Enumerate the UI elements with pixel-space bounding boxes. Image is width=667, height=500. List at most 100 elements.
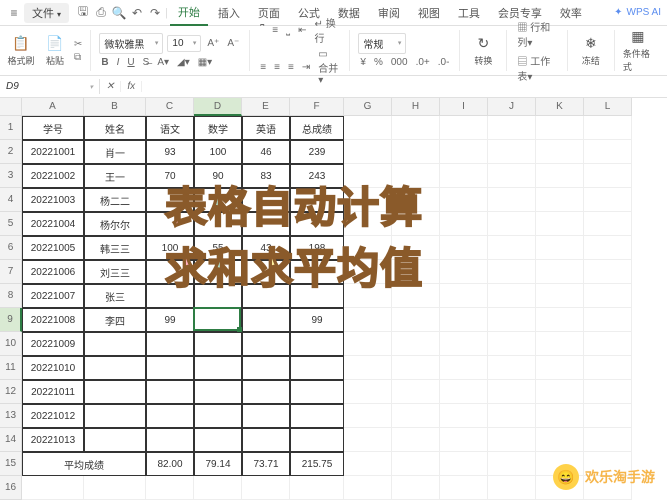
cell[interactable] [290,284,344,308]
cell[interactable]: 李四 [84,308,146,332]
cell[interactable]: 平均成绩 [22,452,146,476]
dec-inc-icon[interactable]: .0+ [414,56,432,69]
cell[interactable] [392,260,440,284]
cell[interactable]: 215.75 [290,452,344,476]
cell[interactable] [344,476,392,500]
cell[interactable] [194,356,242,380]
cell[interactable]: 100 [194,140,242,164]
cell[interactable] [194,428,242,452]
file-menu[interactable]: 文件 [24,3,69,23]
col-header-K[interactable]: K [536,98,584,116]
cell[interactable] [584,164,632,188]
cell[interactable] [84,428,146,452]
cell[interactable] [146,404,194,428]
cell[interactable]: 20221007 [22,284,84,308]
cell[interactable] [536,308,584,332]
cell[interactable] [242,260,290,284]
cell[interactable]: 243 [290,164,344,188]
redo-icon[interactable]: ↷ [147,5,163,21]
cell[interactable]: 93 [146,140,194,164]
merge-button[interactable]: ▭ 合并▾ [316,48,341,87]
cell[interactable]: 55 [194,236,242,260]
cell[interactable]: 99 [290,308,344,332]
cell[interactable] [194,404,242,428]
cell[interactable] [194,212,242,236]
copy-icon[interactable]: ⧉ [74,52,82,63]
cell[interactable] [440,476,488,500]
cell[interactable] [440,260,488,284]
cell[interactable] [290,476,344,500]
cell[interactable]: 总成绩 [290,116,344,140]
cell[interactable] [440,212,488,236]
cell[interactable]: 70 [146,164,194,188]
cell[interactable] [488,236,536,260]
cell[interactable]: 20221010 [22,356,84,380]
undo-icon[interactable]: ↶ [129,5,145,21]
cell[interactable] [536,188,584,212]
cell[interactable] [536,356,584,380]
cell[interactable] [146,380,194,404]
cell[interactable] [488,212,536,236]
cell[interactable]: 20221012 [22,404,84,428]
decrease-font-icon[interactable]: A⁻ [225,37,241,50]
save-icon[interactable]: 🖫 [75,5,91,21]
print-icon[interactable]: ⎙ [93,5,109,21]
cell[interactable] [146,428,194,452]
cell[interactable] [584,380,632,404]
cell[interactable] [344,140,392,164]
paste-button[interactable]: 📄 粘贴 [40,35,70,67]
cell[interactable]: 20221006 [22,260,84,284]
cell[interactable] [344,116,392,140]
cell[interactable] [488,164,536,188]
cell[interactable] [488,452,536,476]
cell[interactable] [392,308,440,332]
borders-button[interactable]: ▦▾ [196,56,214,69]
cell[interactable] [392,356,440,380]
cell[interactable]: 杨二二 [84,188,146,212]
cell[interactable] [242,356,290,380]
cell[interactable] [146,356,194,380]
cell[interactable] [344,332,392,356]
cell[interactable] [488,332,536,356]
tab-view[interactable]: 视图 [410,1,448,25]
dec-dec-icon[interactable]: .0- [436,56,452,69]
cell[interactable]: 198 [290,236,344,260]
row-header-8[interactable]: 8 [0,284,22,308]
spreadsheet-grid[interactable]: ABCDEFGHIJKL 12345678910111213141516 学号姓… [0,98,667,500]
cell[interactable] [84,356,146,380]
cell[interactable] [440,356,488,380]
cell[interactable] [440,332,488,356]
cell[interactable] [194,284,242,308]
cell[interactable] [344,356,392,380]
tab-start[interactable]: 开始 [170,0,208,26]
cell[interactable] [84,332,146,356]
cell[interactable] [392,380,440,404]
tab-insert[interactable]: 插入 [210,1,248,25]
cell[interactable] [290,188,344,212]
menu-icon[interactable]: ≡ [6,5,22,21]
cell[interactable] [22,476,84,500]
indent-inc-icon[interactable]: ⇥ [300,61,312,74]
cell[interactable] [146,212,194,236]
cell[interactable] [344,236,392,260]
cell[interactable] [242,284,290,308]
cell[interactable] [584,332,632,356]
cell[interactable] [584,140,632,164]
cell[interactable] [440,284,488,308]
cell[interactable] [536,236,584,260]
row-header-3[interactable]: 3 [0,164,22,188]
cell[interactable] [242,188,290,212]
cancel-formula-icon[interactable]: ✕ [100,81,121,92]
cell[interactable] [440,380,488,404]
cell[interactable]: 100 [146,236,194,260]
cell[interactable]: 90 [194,164,242,188]
cell[interactable] [440,236,488,260]
cell[interactable]: 学号 [22,116,84,140]
cell[interactable] [440,452,488,476]
col-header-J[interactable]: J [488,98,536,116]
cell[interactable] [488,116,536,140]
col-header-L[interactable]: L [584,98,632,116]
cell[interactable] [242,476,290,500]
cell[interactable] [290,428,344,452]
cell[interactable] [194,476,242,500]
